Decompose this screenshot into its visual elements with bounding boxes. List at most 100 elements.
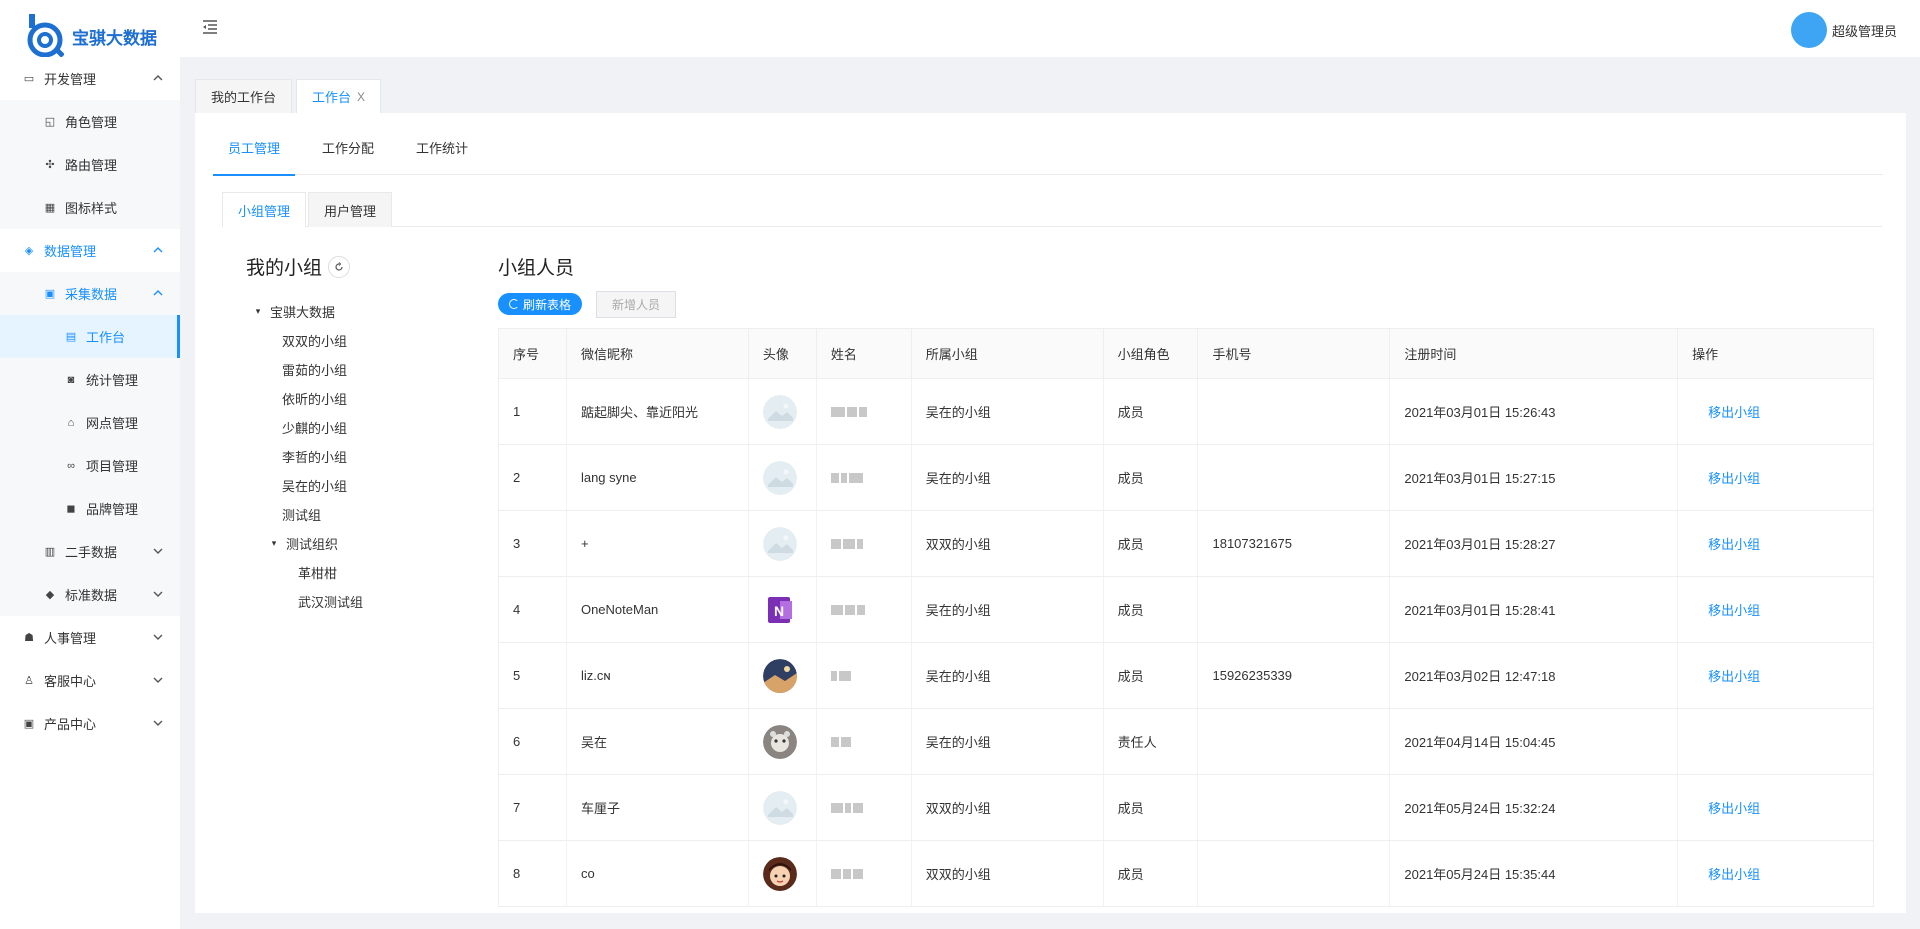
cell-name [815,510,912,577]
blurred-name [830,538,911,549]
grid-icon: ▦ [44,202,56,214]
close-tab-icon[interactable]: X [357,90,365,104]
cell-register-time: 2021年03月01日 15:28:27 [1389,510,1678,577]
cell-nickname: 车厘子 [565,774,749,841]
cell-phone [1197,774,1390,841]
sidebar: ▭ 开发管理 ◱ 角色管理 ✣ 路由管理 ▦ 图标样式 ◈ 数据管理 ▣ 采集数据 ▤ 工作台 ◙ 统计管理 ⌂… [0,57,180,929]
blurred-name [830,868,911,879]
cell-phone: 15926235339 [1197,642,1390,709]
chevron-up-icon[interactable] [152,287,164,299]
tree-node-label: 依昕的小组 [282,392,348,407]
remove-from-group-link[interactable]: 移出小组 [1692,867,1760,882]
column-header: 序号 [498,328,567,379]
box-icon: ▣ [23,718,35,730]
sub-tab-0[interactable]: 小组管理 [222,192,307,227]
avatar [762,526,797,561]
sidebar-item-label: 品牌管理 [86,502,139,517]
remove-from-group-link[interactable]: 移出小组 [1692,603,1760,618]
sidebar-item-label: 项目管理 [86,459,139,474]
add-member-button[interactable]: 新增人员 [596,291,676,318]
sidebar-item-4[interactable]: ◈ 数据管理 [0,229,180,272]
sidebar-item-label: 产品中心 [44,717,97,732]
sidebar-item-6[interactable]: ▤ 工作台 [0,315,180,358]
sidebar-item-label: 工作台 [86,330,126,345]
blurred-name [830,472,911,483]
cell-index: 6 [498,708,567,775]
cell-action: 移出小组 [1677,840,1874,907]
chevron-up-icon[interactable] [152,72,164,84]
remove-from-group-link[interactable]: 移出小组 [1692,801,1760,816]
link-icon: ∞ [67,459,75,472]
chevron-down-icon[interactable] [152,674,164,686]
sidebar-item-12[interactable]: ◆ 标准数据 [0,573,180,616]
sub-tab-1[interactable]: 用户管理 [308,192,393,227]
people-icon: ☗ [24,632,34,644]
sidebar-item-7[interactable]: ◙ 统计管理 [0,358,180,401]
main-tab-2[interactable]: 工作统计 [401,135,483,175]
sidebar-item-3[interactable]: ▦ 图标样式 [0,186,180,229]
sidebar-item-5[interactable]: ▣ 采集数据 [0,272,180,315]
remove-from-group-link[interactable]: 移出小组 [1692,405,1760,420]
user-avatar[interactable] [1790,12,1827,48]
chevron-down-icon[interactable] [152,631,164,643]
tree-node[interactable]: 少麒的小组 [250,413,450,442]
tree-node[interactable]: 吴在的小组 [250,471,450,500]
cell-name [815,444,912,511]
chevron-down-icon[interactable] [152,545,164,557]
sidebar-item-2[interactable]: ✣ 路由管理 [0,143,180,186]
remove-from-group-link[interactable]: 移出小组 [1692,669,1760,684]
sidebar-item-10[interactable]: ◼ 品牌管理 [0,487,180,530]
chevron-down-icon[interactable] [152,717,164,729]
cell-group: 双双的小组 [910,510,1104,577]
sidebar-item-15[interactable]: ▣ 产品中心 [0,702,180,745]
sidebar-item-0[interactable]: ▭ 开发管理 [0,57,180,100]
blurred-name [830,604,911,615]
avatar [762,790,797,825]
brand-logo[interactable]: 宝骐大数据 [26,14,157,58]
role-icon: ◱ [44,116,56,128]
layers-icon: ◈ [24,245,34,257]
refresh-groups-icon[interactable] [328,255,351,278]
page-tab-0[interactable]: 我的工作台 [195,79,293,113]
page-tab-1[interactable]: 工作台 X [296,79,382,113]
remove-from-group-link[interactable]: 移出小组 [1692,471,1760,486]
tree-node[interactable]: 雷茹的小组 [250,355,450,384]
cell-name [815,576,912,643]
cell-group: 吴在的小组 [910,378,1104,445]
tree-node[interactable]: 李哲的小组 [250,442,450,471]
column-header: 小组角色 [1102,328,1199,379]
tree-node[interactable]: 双双的小组 [250,326,450,355]
sidebar-item-1[interactable]: ◱ 角色管理 [0,100,180,143]
tree-node[interactable]: 测试组 [250,500,450,529]
tree-node[interactable]: 依昕的小组 [250,384,450,413]
sidebar-item-label: 网点管理 [86,416,139,431]
main-tab-1[interactable]: 工作分配 [307,135,389,175]
chevron-up-icon[interactable] [152,244,164,256]
cell-role: 成员 [1102,444,1198,511]
cell-role: 成员 [1102,774,1198,841]
user-menu[interactable]: 超级管理员 [1790,12,1897,48]
tree-node[interactable]: ▾ 测试组织 [250,529,450,558]
tree-node[interactable]: ▾ 宝骐大数据 [250,297,450,326]
sidebar-item-9[interactable]: ∞ 项目管理 [0,444,180,487]
chevron-down-icon[interactable] [152,588,164,600]
tree-node[interactable]: 武汉测试组 [250,587,450,616]
sidebar-item-11[interactable]: ▥ 二手数据 [0,530,180,573]
tree-node[interactable]: 革柑柑 [250,558,450,587]
sidebar-item-14[interactable]: ♙ 客服中心 [0,659,180,702]
remove-from-group-link[interactable]: 移出小组 [1692,537,1760,552]
caret-down-icon[interactable]: ▾ [266,538,282,549]
menu-collapse-icon[interactable] [200,17,220,37]
main-tab-0[interactable]: 员工管理 [213,135,296,176]
sidebar-item-8[interactable]: ⌂ 网点管理 [0,401,180,444]
user-name: 超级管理员 [1831,23,1897,39]
cell-index: 8 [498,840,567,907]
cell-phone [1197,378,1390,445]
cell-phone [1197,444,1390,511]
sidebar-item-13[interactable]: ☗ 人事管理 [0,616,180,659]
diamond-icon: ◆ [45,589,55,601]
cell-phone [1197,576,1390,643]
caret-down-icon[interactable]: ▾ [250,306,266,317]
cell-index: 1 [498,378,567,445]
refresh-table-button[interactable]: 刷新表格 [498,293,583,315]
